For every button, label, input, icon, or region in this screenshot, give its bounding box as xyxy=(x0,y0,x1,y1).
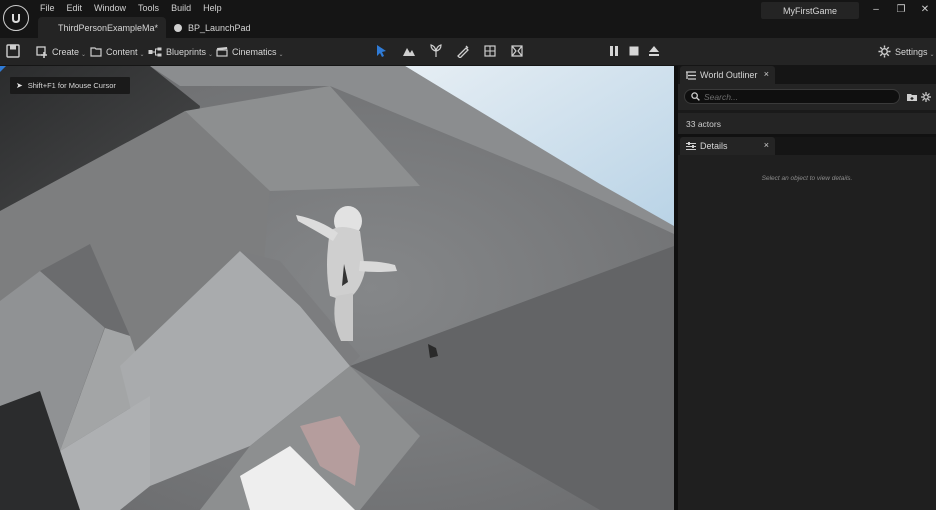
add-folder-icon[interactable] xyxy=(907,92,917,102)
close-window-button[interactable]: ✕ xyxy=(918,4,932,15)
create-icon xyxy=(36,45,47,58)
foliage-mode-icon[interactable] xyxy=(429,44,443,58)
create-button[interactable]: Create ⌄ xyxy=(36,38,86,65)
tab-world-outliner[interactable]: World Outliner × xyxy=(680,66,775,84)
search-icon xyxy=(691,92,700,101)
blueprints-button[interactable]: Blueprints ⌄ xyxy=(148,38,213,65)
mouse-cursor-hint: ➤ Shift+F1 for Mouse Cursor xyxy=(10,77,130,94)
main-toolbar: Create ⌄ Content ⌄ Blueprints ⌄ Cinematics ⌄ xyxy=(0,38,936,65)
blueprints-label: Blueprints xyxy=(166,46,207,57)
menu-build[interactable]: Build xyxy=(169,3,199,13)
title-bar: File Edit Window Tools Build Help ThirdP… xyxy=(0,0,936,38)
tab-blueprint-label: BP_LaunchPad xyxy=(188,22,251,33)
landscape-mode-icon[interactable] xyxy=(402,44,416,58)
world-outliner-title: World Outliner xyxy=(700,70,758,80)
pause-icon[interactable] xyxy=(607,44,621,58)
menu-edit[interactable]: Edit xyxy=(65,3,91,13)
details-sliders-icon xyxy=(686,141,696,150)
cursor-arrow-icon: ➤ xyxy=(16,81,23,90)
tab-level[interactable]: ThirdPersonExampleMa* xyxy=(38,17,166,38)
modeling-icon[interactable] xyxy=(483,44,497,58)
minimize-button[interactable]: – xyxy=(869,4,883,15)
details-panel: Details × Select an object to view detai… xyxy=(678,137,936,510)
details-tabbar: Details × xyxy=(678,137,936,155)
outliner-header-divider xyxy=(678,110,936,113)
blueprints-icon xyxy=(148,47,162,56)
create-label: Create xyxy=(52,46,80,57)
world-outliner-panel: World Outliner × 33 actors xyxy=(678,66,936,134)
main-menu: File Edit Window Tools Build Help xyxy=(38,3,232,13)
blueprint-icon xyxy=(174,23,182,32)
level-viewport[interactable]: ➤ Shift+F1 for Mouse Cursor xyxy=(0,66,674,510)
viewport-scene xyxy=(0,66,674,510)
settings-label: Settings xyxy=(895,46,928,57)
menu-window[interactable]: Window xyxy=(92,3,134,13)
details-title: Details xyxy=(700,141,728,151)
fracture-icon[interactable] xyxy=(510,44,524,58)
menu-tools[interactable]: Tools xyxy=(136,3,167,13)
project-name: MyFirstGame xyxy=(761,2,859,19)
world-outliner-close-icon[interactable]: × xyxy=(764,69,769,79)
details-close-icon[interactable]: × xyxy=(764,140,769,150)
menu-help[interactable]: Help xyxy=(201,3,230,13)
outliner-search-input[interactable] xyxy=(704,91,884,102)
mouse-cursor-hint-text: Shift+F1 for Mouse Cursor xyxy=(27,81,116,90)
tab-level-label: ThirdPersonExampleMa* xyxy=(58,22,159,33)
menu-file[interactable]: File xyxy=(38,3,63,13)
world-outliner-tabbar: World Outliner × xyxy=(678,66,936,84)
eject-icon[interactable] xyxy=(647,44,661,58)
list-icon xyxy=(686,70,696,80)
select-mode-icon[interactable] xyxy=(375,44,389,58)
content-folder-icon xyxy=(90,47,102,57)
cinematics-label: Cinematics xyxy=(232,46,277,57)
tab-blueprint[interactable]: BP_LaunchPad xyxy=(172,17,262,38)
details-body: Select an object to view details. xyxy=(678,155,936,510)
stop-icon[interactable] xyxy=(627,44,641,58)
actors-count: 33 actors xyxy=(678,114,936,134)
details-empty-message: Select an object to view details. xyxy=(761,175,853,182)
save-icon[interactable] xyxy=(6,44,20,58)
cinematics-button[interactable]: Cinematics ⌄ xyxy=(216,38,284,65)
viewport-corner-icon xyxy=(0,66,6,72)
outliner-settings-gear-icon[interactable] xyxy=(921,92,931,102)
settings-button[interactable]: Settings ⌄ xyxy=(878,38,935,65)
clapperboard-icon xyxy=(216,47,228,57)
content-button[interactable]: Content ⌄ xyxy=(90,38,145,65)
unreal-logo-icon[interactable] xyxy=(3,5,29,31)
maximize-button[interactable]: ❐ xyxy=(894,4,908,15)
gear-icon xyxy=(878,45,891,58)
mesh-paint-icon[interactable] xyxy=(456,44,470,58)
outliner-search[interactable] xyxy=(684,89,900,104)
content-label: Content xyxy=(106,46,138,57)
tab-details[interactable]: Details × xyxy=(680,137,775,155)
